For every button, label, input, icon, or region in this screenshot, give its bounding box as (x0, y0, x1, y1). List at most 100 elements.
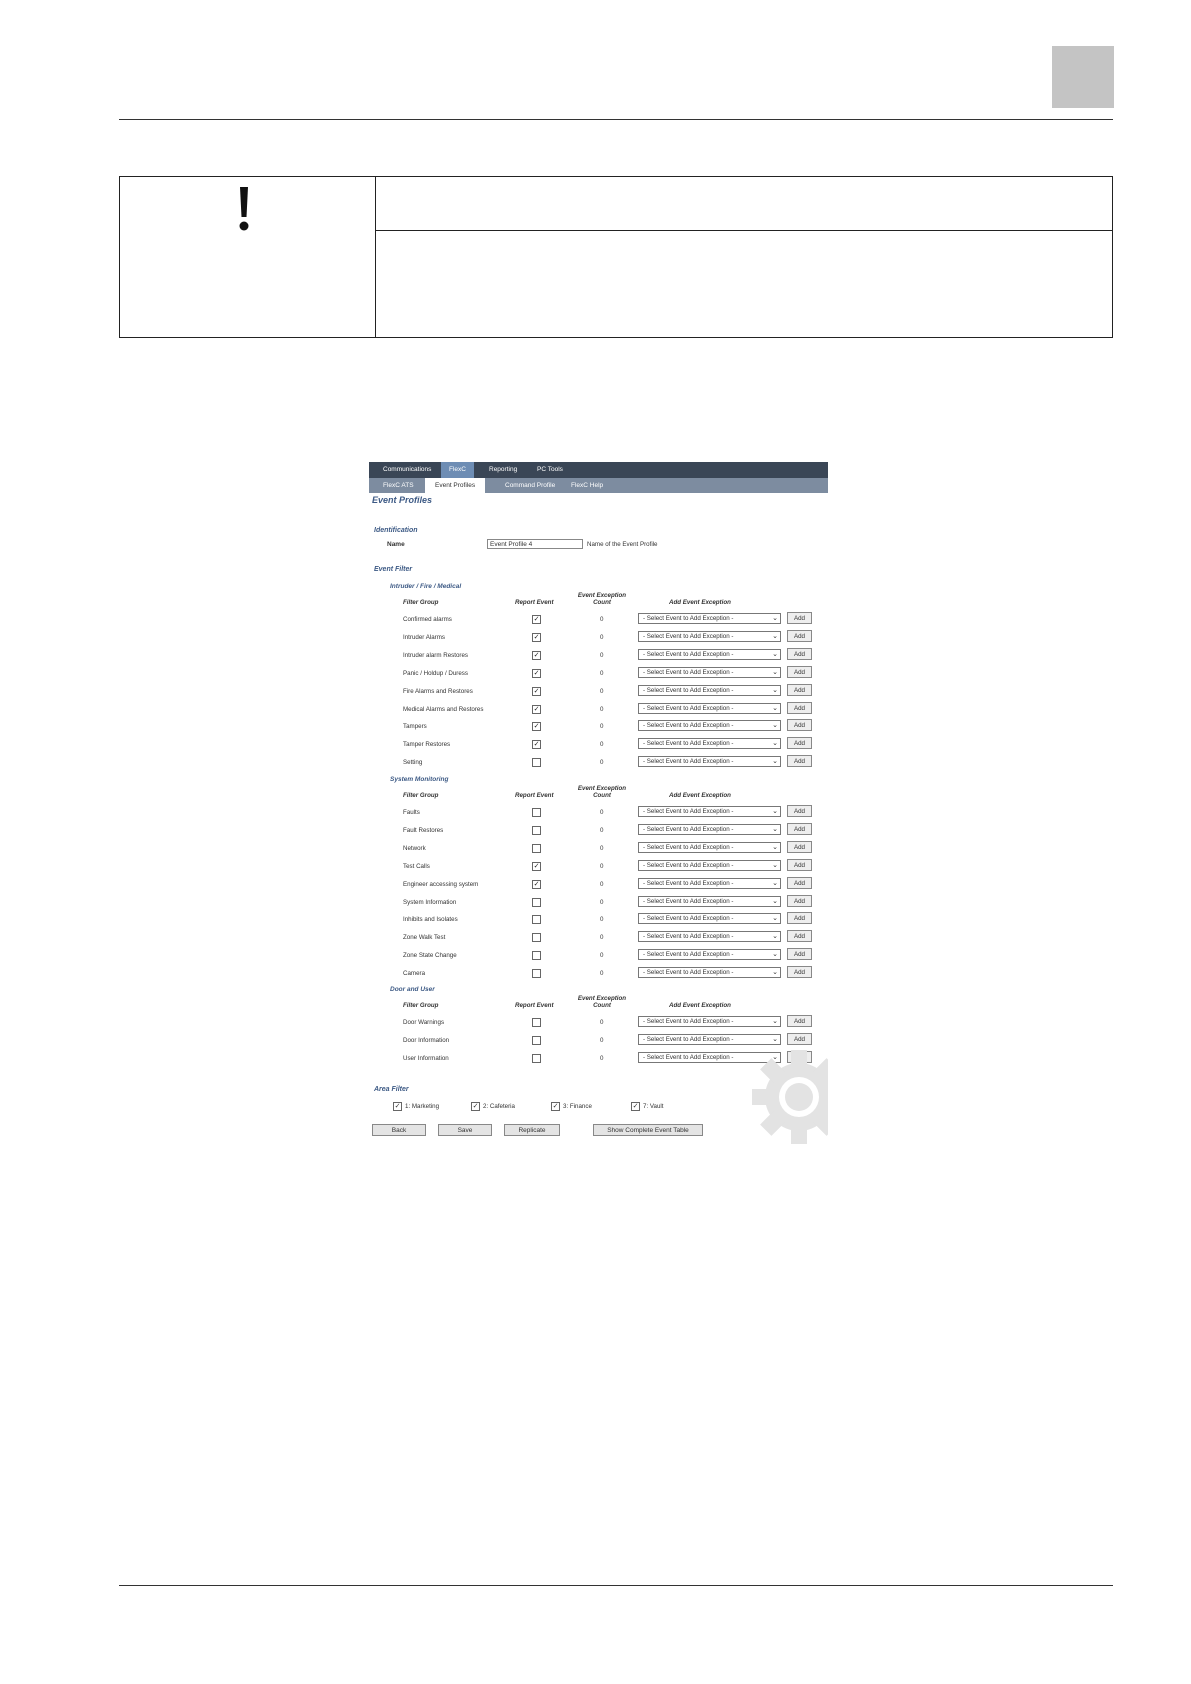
add-exception-button[interactable]: Add (787, 665, 812, 678)
add-exception-button[interactable]: Add (787, 647, 812, 660)
add-exception-button[interactable]: Add (787, 912, 812, 925)
add-exception-select[interactable]: - Select Event to Add Exception - ⌄ (638, 720, 781, 732)
add-exception-select[interactable]: - Select Event to Add Exception - ⌄ (638, 738, 781, 750)
notice-cell-top (390, 185, 1100, 221)
area-checkbox[interactable]: ✓ (551, 1102, 560, 1111)
area-filter-item[interactable]: ✓ 2: Cafeteria (471, 1102, 515, 1111)
add-exception-select[interactable]: - Select Event to Add Exception - ⌄ (638, 702, 781, 714)
report-event-checkbox[interactable] (532, 758, 541, 768)
report-event-checkbox[interactable]: ✓ (532, 632, 541, 642)
add-exception-select[interactable]: - Select Event to Add Exception - ⌄ (638, 913, 781, 925)
report-event-checkbox[interactable]: ✓ (532, 740, 541, 750)
add-exception-button[interactable]: Add (787, 876, 812, 889)
report-event-checkbox[interactable]: ✓ (532, 686, 541, 696)
area-filter-item[interactable]: ✓ 3: Finance (551, 1102, 592, 1111)
add-exception-button[interactable]: Add (787, 701, 812, 714)
subtab-flexc-ats[interactable]: FlexC ATS (373, 478, 424, 493)
add-exception-select[interactable]: - Select Event to Add Exception - ⌄ (638, 895, 781, 907)
area-label: 2: Cafeteria (483, 1103, 515, 1111)
add-exception-select[interactable]: - Select Event to Add Exception - ⌄ (638, 648, 781, 660)
add-exception-button[interactable]: Add (787, 755, 812, 768)
chevron-down-icon: ⌄ (772, 650, 778, 658)
subtab-command-profile[interactable]: Command Profile (495, 478, 565, 493)
filter-group-label: Camera (403, 970, 426, 978)
select-placeholder: - Select Event to Add Exception - (643, 615, 734, 622)
save-button[interactable]: Save (438, 1124, 492, 1136)
add-exception-button[interactable]: Add (787, 719, 812, 732)
add-exception-select[interactable]: - Select Event to Add Exception - ⌄ (638, 1016, 781, 1027)
report-event-checkbox[interactable] (532, 1035, 541, 1045)
add-exception-button[interactable]: Add (787, 948, 812, 961)
add-exception-select[interactable]: - Select Event to Add Exception - ⌄ (638, 684, 781, 696)
add-exception-select[interactable]: - Select Event to Add Exception - ⌄ (638, 666, 781, 678)
exception-count: 0 (600, 759, 604, 767)
add-exception-select[interactable]: - Select Event to Add Exception - ⌄ (638, 841, 781, 853)
profile-name-input[interactable]: Event Profile 4 (487, 539, 583, 549)
report-event-checkbox[interactable] (532, 1018, 541, 1027)
name-hint: Name of the Event Profile (587, 541, 658, 548)
add-exception-button[interactable]: Add (787, 629, 812, 642)
add-exception-button[interactable]: Add (787, 822, 812, 835)
tab-communications[interactable]: Communications (375, 462, 439, 478)
tab-pc-tools[interactable]: PC Tools (529, 462, 571, 478)
filter-row: Tamper Restores ✓ 0 - Select Event to Add E… (369, 737, 828, 752)
chevron-down-icon: ⌄ (772, 897, 778, 905)
tab-flexc[interactable]: FlexC (441, 462, 474, 478)
area-checkbox[interactable]: ✓ (631, 1102, 640, 1111)
tab-reporting[interactable]: Reporting (481, 462, 525, 478)
report-event-checkbox[interactable]: ✓ (532, 879, 541, 889)
area-checkbox[interactable]: ✓ (393, 1102, 402, 1111)
name-label: Name (387, 541, 405, 548)
report-event-checkbox[interactable] (532, 808, 541, 817)
add-exception-button[interactable]: Add (787, 737, 812, 750)
report-event-checkbox[interactable]: ✓ (532, 615, 541, 624)
replicate-button[interactable]: Replicate (504, 1124, 560, 1136)
back-button[interactable]: Back (372, 1124, 426, 1136)
add-exception-select[interactable]: - Select Event to Add Exception - ⌄ (638, 823, 781, 835)
add-exception-button[interactable]: Add (787, 894, 812, 907)
report-event-checkbox[interactable]: ✓ (532, 650, 541, 660)
area-checkbox[interactable]: ✓ (471, 1102, 480, 1111)
add-exception-button[interactable]: Add (787, 966, 812, 979)
report-event-checkbox[interactable] (532, 969, 541, 979)
report-event-checkbox[interactable] (532, 915, 541, 925)
add-exception-select[interactable]: - Select Event to Add Exception - ⌄ (638, 756, 781, 768)
add-exception-select[interactable]: - Select Event to Add Exception - ⌄ (638, 630, 781, 642)
report-event-checkbox[interactable] (532, 933, 541, 943)
report-event-checkbox[interactable] (532, 897, 541, 907)
add-exception-select[interactable]: - Select Event to Add Exception - ⌄ (638, 931, 781, 943)
add-exception-select[interactable]: - Select Event to Add Exception - ⌄ (638, 613, 781, 624)
subtab-flexc-help[interactable]: FlexC Help (561, 478, 613, 493)
report-event-checkbox[interactable] (532, 1053, 541, 1063)
add-exception-button[interactable]: Add (787, 858, 812, 871)
report-event-checkbox[interactable]: ✓ (532, 704, 541, 714)
filter-group-label: Tamper Restores (403, 741, 451, 749)
add-exception-select[interactable]: - Select Event to Add Exception - ⌄ (638, 949, 781, 961)
notice-box (119, 176, 1113, 338)
chevron-down-icon: ⌄ (772, 843, 778, 851)
add-exception-select[interactable]: - Select Event to Add Exception - ⌄ (638, 806, 781, 817)
add-exception-select[interactable]: - Select Event to Add Exception - ⌄ (638, 877, 781, 889)
add-exception-button[interactable]: Add (787, 683, 812, 696)
filter-group-label: Confirmed alarms (403, 616, 452, 623)
report-event-checkbox[interactable] (532, 843, 541, 853)
report-event-checkbox[interactable]: ✓ (532, 668, 541, 678)
show-complete-event-table-button[interactable]: Show Complete Event Table (593, 1124, 703, 1136)
report-event-checkbox[interactable] (532, 951, 541, 961)
add-exception-button[interactable]: Add (787, 930, 812, 943)
add-exception-button[interactable]: Add (787, 840, 812, 853)
add-exception-button[interactable]: Add (787, 1015, 812, 1027)
exception-count: 0 (600, 952, 604, 960)
column-exception-count-line2: Count (593, 792, 611, 799)
add-exception-button[interactable]: Add (787, 612, 812, 624)
area-filter-item[interactable]: ✓ 1: Marketing (393, 1102, 439, 1111)
report-event-checkbox[interactable] (532, 825, 541, 835)
report-event-checkbox[interactable]: ✓ (532, 722, 541, 732)
area-filter-item[interactable]: ✓ 7: Vault (631, 1102, 664, 1111)
select-placeholder: - Select Event to Add Exception - (643, 969, 734, 977)
subtab-event-profiles[interactable]: Event Profiles (425, 478, 486, 493)
report-event-checkbox[interactable]: ✓ (532, 861, 541, 871)
add-exception-button[interactable]: Add (787, 805, 812, 817)
add-exception-select[interactable]: - Select Event to Add Exception - ⌄ (638, 967, 781, 979)
add-exception-select[interactable]: - Select Event to Add Exception - ⌄ (638, 859, 781, 871)
